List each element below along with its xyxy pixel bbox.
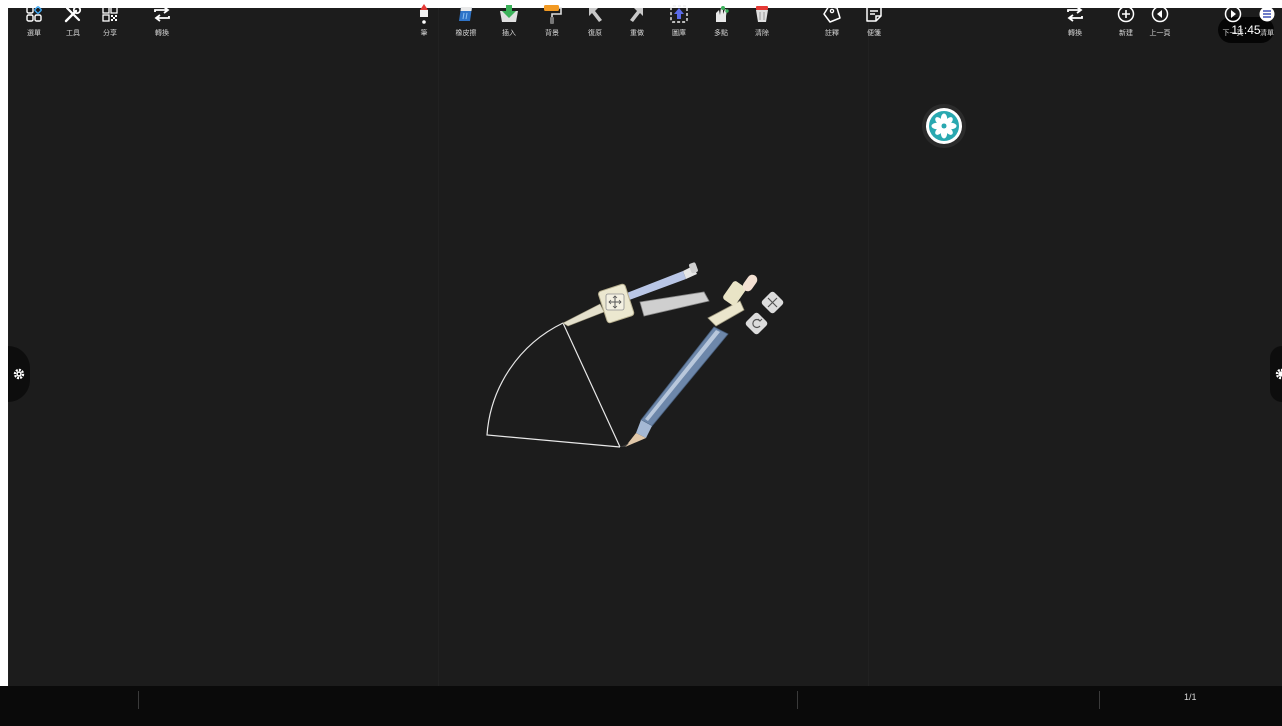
next-page-label: 下一頁 xyxy=(1222,30,1244,37)
gallery-icon xyxy=(670,5,688,23)
insert-label: 插入 xyxy=(502,30,516,37)
multi-touch-button[interactable]: 多點 xyxy=(703,3,739,39)
previous-page-icon xyxy=(1151,5,1169,23)
add-page-icon xyxy=(1117,5,1135,23)
new-page-button[interactable]: 新建 xyxy=(1108,3,1144,39)
switch-icon xyxy=(1067,6,1083,22)
undo-icon xyxy=(589,8,602,22)
multi-touch-icon xyxy=(716,6,729,22)
paint-roller-icon xyxy=(544,5,562,24)
background-label: 背景 xyxy=(545,30,559,37)
qr-code-icon xyxy=(102,6,118,22)
insert-button[interactable]: 插入 xyxy=(491,3,527,39)
switch-button-left[interactable]: 轉換 xyxy=(144,3,180,39)
pen-icon xyxy=(420,4,428,24)
menu-button[interactable]: 選單 xyxy=(16,3,52,39)
next-page-icon xyxy=(1224,5,1242,23)
pen-label: 筆 xyxy=(420,30,428,37)
page-list-button[interactable]: 清單 xyxy=(1249,3,1282,39)
sticky-note-label: 便箋 xyxy=(867,30,881,37)
page-list-label: 清單 xyxy=(1260,30,1274,37)
sticky-note-button[interactable]: 便箋 xyxy=(856,3,892,39)
move-icon[interactable] xyxy=(605,293,625,311)
drawn-sector[interactable] xyxy=(486,322,621,448)
page-list-icon xyxy=(1259,6,1275,22)
next-page-button[interactable]: 下一頁 xyxy=(1215,3,1251,39)
multi-touch-label: 多點 xyxy=(714,30,728,37)
eraser-label: 橡皮擦 xyxy=(455,30,477,37)
bottom-toolbar xyxy=(0,686,1282,726)
switch-icon xyxy=(154,6,170,22)
tools-icon xyxy=(64,5,82,23)
menu-grid-icon xyxy=(26,6,42,22)
new-page-label: 新建 xyxy=(1119,30,1133,37)
tools-button[interactable]: 工具 xyxy=(55,3,91,39)
sticky-note-icon xyxy=(866,6,882,22)
page-indicator: 1/1 xyxy=(1184,692,1197,702)
pen-button[interactable]: 筆 xyxy=(406,3,442,39)
previous-page-label: 上一頁 xyxy=(1149,30,1171,37)
redo-button[interactable]: 重做 xyxy=(619,3,655,39)
insert-icon xyxy=(500,5,518,22)
undo-button[interactable]: 復原 xyxy=(577,3,613,39)
redo-label: 重做 xyxy=(630,30,644,37)
menu-label: 選單 xyxy=(27,30,41,37)
background-button[interactable]: 背景 xyxy=(534,3,570,39)
gallery-button[interactable]: 圖庫 xyxy=(661,3,697,39)
share-label: 分享 xyxy=(103,30,117,37)
eraser-icon xyxy=(459,7,472,21)
trash-icon xyxy=(756,6,768,22)
rotate-icon[interactable] xyxy=(744,311,768,335)
annotate-button[interactable]: 註釋 xyxy=(814,3,850,39)
gallery-label: 圖庫 xyxy=(672,30,686,37)
tools-label: 工具 xyxy=(66,30,80,37)
switch-button-right[interactable]: 轉換 xyxy=(1057,3,1093,39)
tag-icon xyxy=(823,5,841,23)
eraser-button[interactable]: 橡皮擦 xyxy=(448,3,484,39)
redo-icon xyxy=(630,8,643,22)
compass-tool[interactable] xyxy=(562,262,785,447)
annotate-label: 註釋 xyxy=(825,30,839,37)
undo-label: 復原 xyxy=(588,30,602,37)
clear-button[interactable]: 清除 xyxy=(744,3,780,39)
close-icon[interactable] xyxy=(760,290,784,314)
switch-label: 轉換 xyxy=(1068,30,1082,37)
share-button[interactable]: 分享 xyxy=(92,3,128,39)
previous-page-button[interactable]: 上一頁 xyxy=(1142,3,1178,39)
switch-label: 轉換 xyxy=(155,30,169,37)
clear-label: 清除 xyxy=(755,30,769,37)
